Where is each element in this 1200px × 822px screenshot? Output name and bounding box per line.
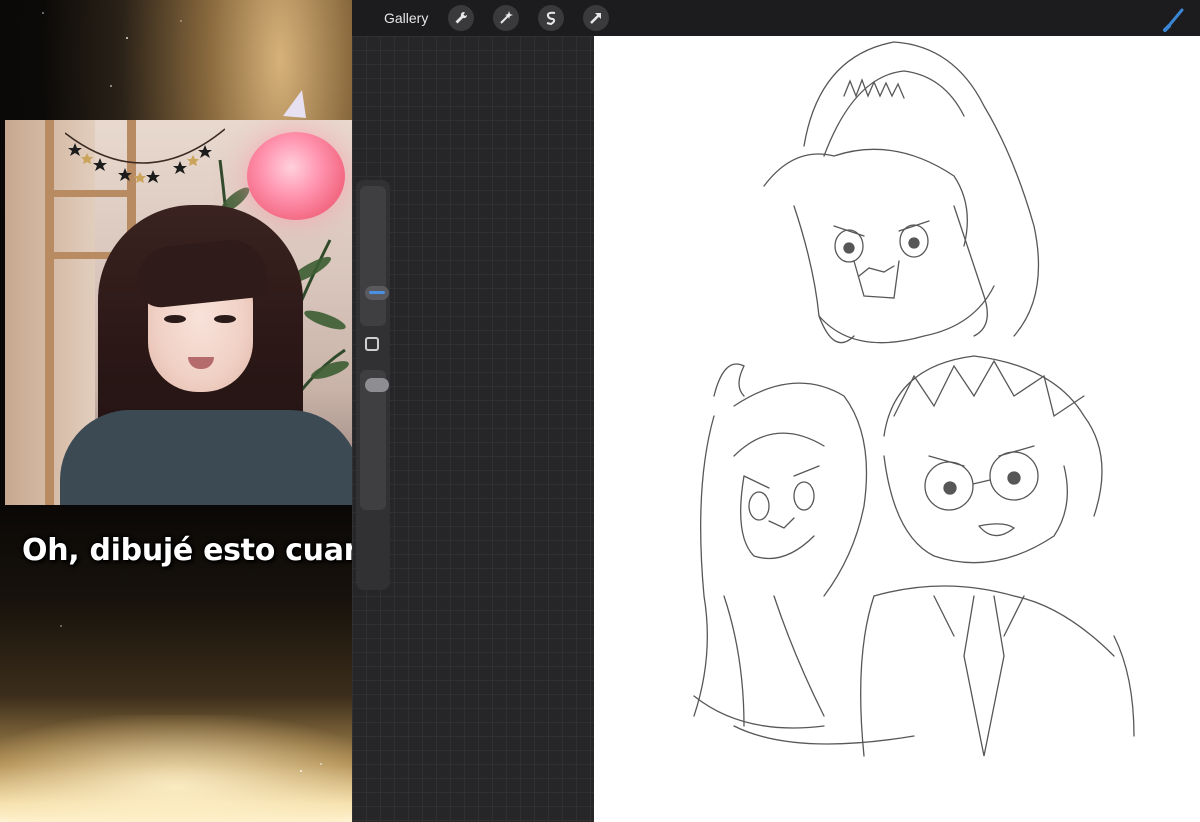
stream-overlay-panel: Oh, dibujé esto cuando [0,0,352,822]
webcam-feed [5,120,352,505]
wrench-icon[interactable] [448,5,474,31]
brush-tool-icon[interactable] [1162,6,1188,32]
top-toolbar: Gallery [352,0,1200,36]
opacity-handle[interactable] [365,378,389,392]
drawing-canvas[interactable] [594,36,1200,822]
subtitle-caption: Oh, dibujé esto cuando [22,533,352,568]
gallery-button[interactable]: Gallery [384,10,428,26]
selection-icon[interactable] [538,5,564,31]
opacity-slider[interactable] [360,370,389,510]
sketch-artwork [693,41,1135,757]
brush-sidebar [356,180,390,590]
streamer-portrait [60,205,352,505]
magic-wand-icon[interactable] [493,5,519,31]
drawing-app: Gallery [352,0,1200,822]
brush-size-slider[interactable] [360,186,389,326]
pennant-decoration [283,90,306,118]
brush-size-handle[interactable] [365,286,389,300]
star-garland-decoration [65,128,225,183]
transform-arrow-icon[interactable] [583,5,609,31]
modify-button[interactable] [365,337,379,351]
